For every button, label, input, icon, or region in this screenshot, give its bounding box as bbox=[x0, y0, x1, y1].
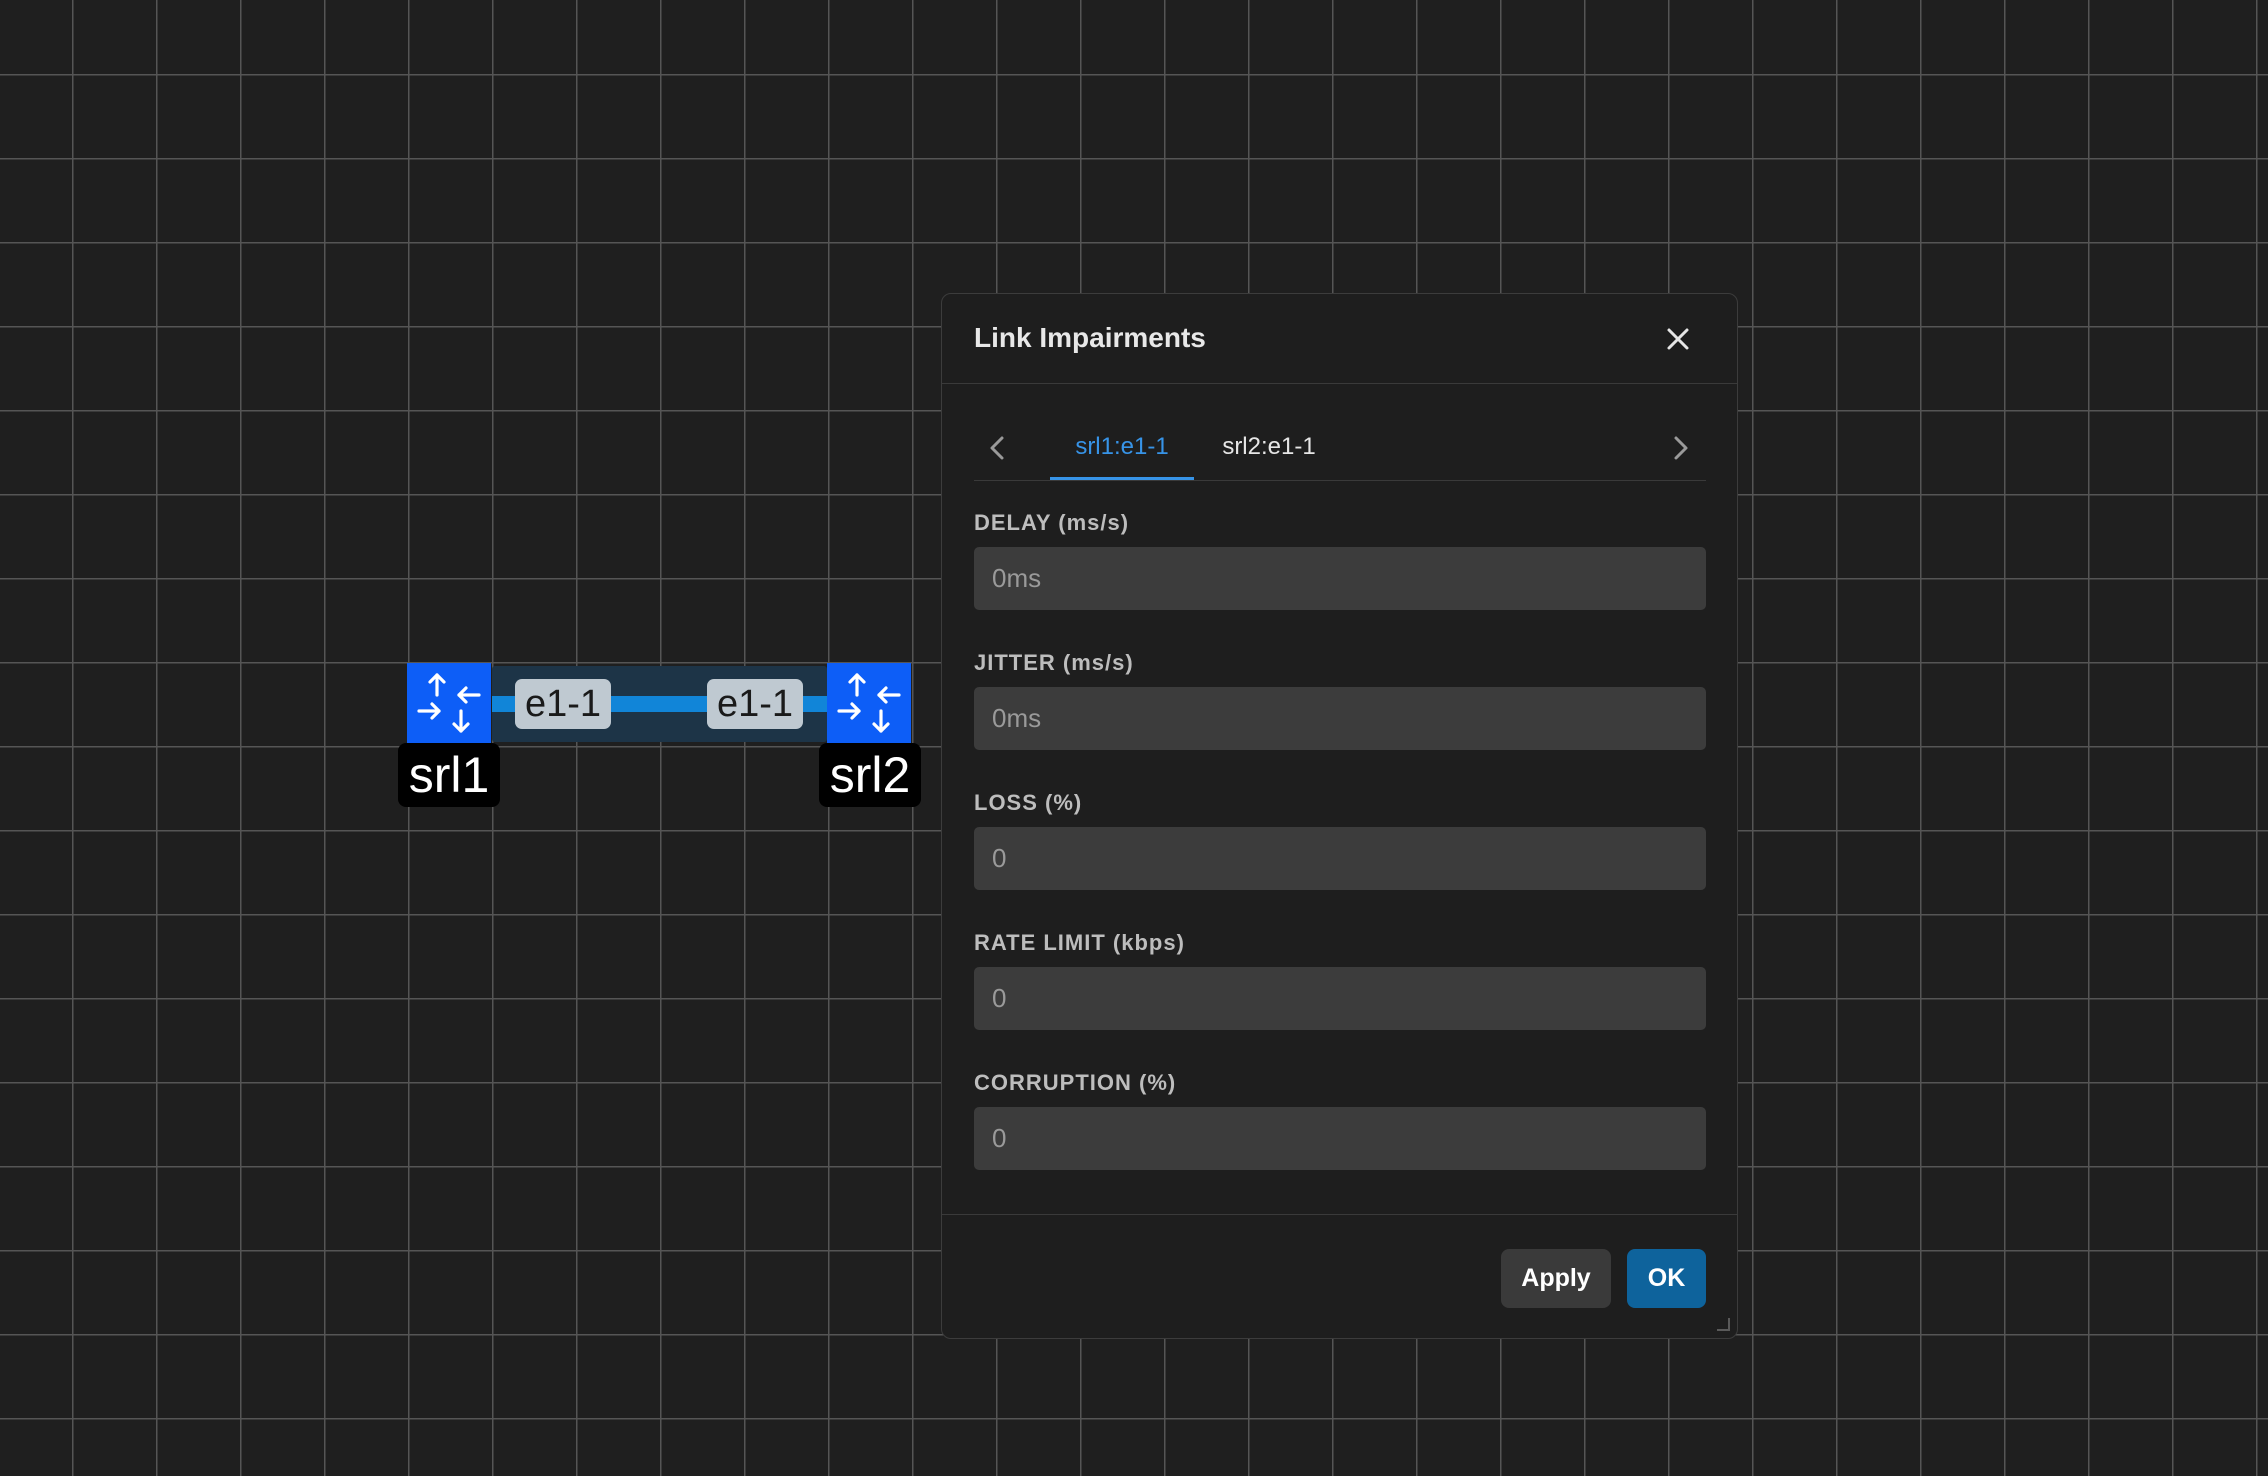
ok-button[interactable]: OK bbox=[1627, 1249, 1706, 1308]
node-srl1[interactable] bbox=[407, 663, 491, 743]
corruption-label: CORRUPTION (%) bbox=[974, 1070, 1177, 1095]
jitter-label: JITTER (ms/s) bbox=[974, 650, 1134, 675]
tab-prev-button[interactable] bbox=[980, 430, 1016, 466]
tab-srl1-e1-1[interactable]: srl1:e1-1 bbox=[1050, 422, 1194, 480]
resize-grip-icon bbox=[1717, 1318, 1730, 1331]
apply-button[interactable]: Apply bbox=[1501, 1249, 1611, 1308]
rate-limit-label: RATE LIMIT (kbps) bbox=[974, 930, 1185, 955]
jitter-input[interactable] bbox=[974, 687, 1706, 750]
port-label-srl2-e1-1[interactable]: e1-1 bbox=[707, 679, 803, 729]
close-button[interactable] bbox=[1660, 321, 1696, 357]
router-icon bbox=[417, 673, 481, 733]
loss-input[interactable] bbox=[974, 827, 1706, 890]
corruption-input[interactable] bbox=[974, 1107, 1706, 1170]
rate-limit-input[interactable] bbox=[974, 967, 1706, 1030]
footer-divider bbox=[942, 1214, 1737, 1215]
router-icon bbox=[837, 673, 901, 733]
tab-next-button[interactable] bbox=[1662, 430, 1698, 466]
delay-input[interactable] bbox=[974, 547, 1706, 610]
node-label-srl1: srl1 bbox=[398, 743, 500, 807]
port-label-srl1-e1-1[interactable]: e1-1 bbox=[515, 679, 611, 729]
node-label-srl2: srl2 bbox=[819, 743, 921, 807]
tab-srl2-e1-1[interactable]: srl2:e1-1 bbox=[1194, 422, 1344, 478]
chevron-left-icon bbox=[990, 436, 1004, 460]
dialog-header[interactable]: Link Impairments bbox=[942, 294, 1737, 384]
loss-label: LOSS (%) bbox=[974, 790, 1083, 815]
link-impairments-dialog: Link Impairments srl1:e1-1 srl2:e1-1 DEL… bbox=[941, 293, 1738, 1339]
dialog-title: Link Impairments bbox=[974, 322, 1206, 353]
resize-handle[interactable] bbox=[1713, 1314, 1731, 1332]
close-icon bbox=[1667, 328, 1689, 350]
delay-label: DELAY (ms/s) bbox=[974, 510, 1130, 535]
chevron-right-icon bbox=[1674, 436, 1688, 460]
node-srl2[interactable] bbox=[827, 663, 911, 743]
endpoint-tabs: srl1:e1-1 srl2:e1-1 bbox=[974, 422, 1706, 481]
